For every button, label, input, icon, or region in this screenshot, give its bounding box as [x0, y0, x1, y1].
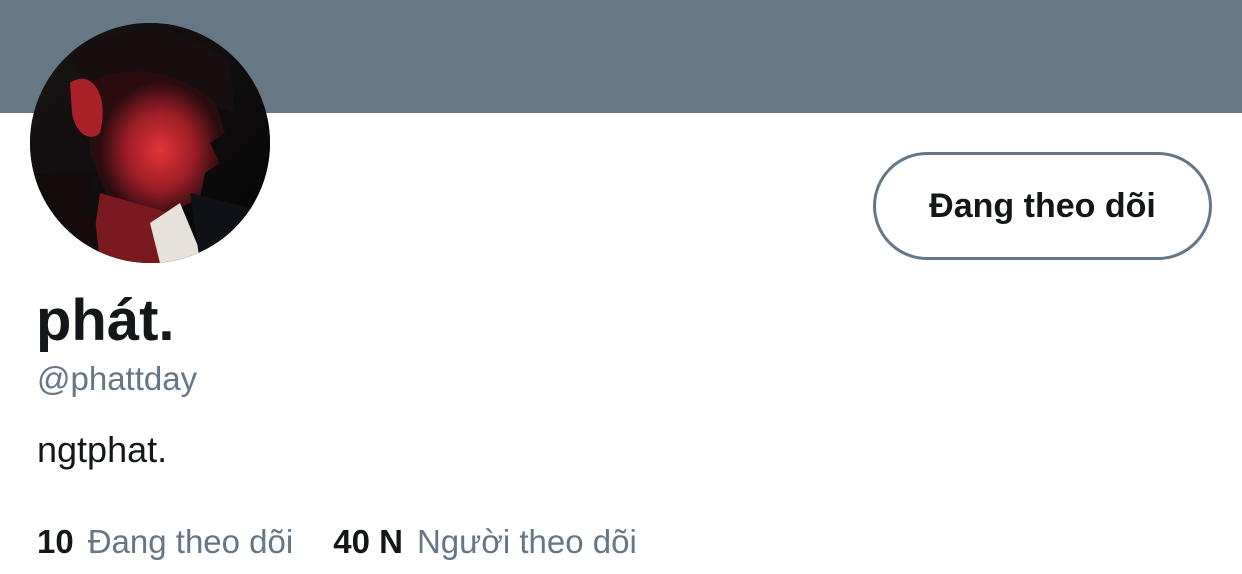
- profile-bio: ngtphat.: [37, 429, 168, 470]
- following-stat[interactable]: 10 Đang theo dõi: [37, 525, 293, 558]
- following-label: Đang theo dõi: [87, 523, 294, 560]
- profile-stats: 10 Đang theo dõi 40 N Người theo dõi: [37, 525, 637, 558]
- display-name: phát.: [36, 288, 175, 353]
- followers-label: Người theo dõi: [416, 523, 637, 560]
- avatar[interactable]: [30, 23, 270, 263]
- profile-header: Đang theo dõi phát. @phattday ngtphat. 1…: [0, 0, 1242, 574]
- following-button[interactable]: Đang theo dõi: [873, 152, 1212, 260]
- followers-count: 40 N: [333, 523, 403, 560]
- following-count: 10: [37, 523, 74, 560]
- avatar-photo: [30, 23, 270, 263]
- followers-stat[interactable]: 40 N Người theo dõi: [333, 525, 637, 558]
- username-handle: @phattday: [37, 360, 198, 397]
